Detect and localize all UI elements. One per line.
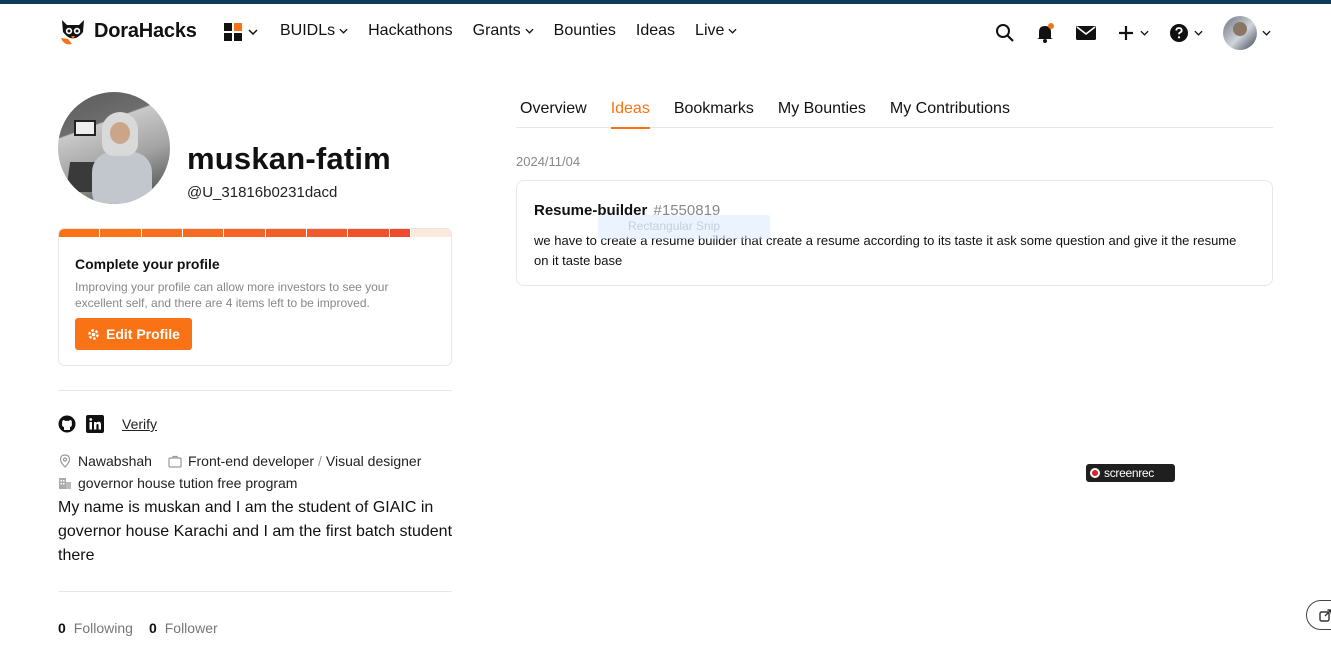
- dorahacks-logo-icon: [58, 16, 88, 46]
- nav-item-buidls[interactable]: BUIDLs: [280, 22, 348, 40]
- organization-row: governor house tution free program: [58, 475, 297, 491]
- apps-grid-icon: [224, 23, 242, 41]
- progress-segment: [306, 229, 348, 237]
- profile-avatar: [58, 92, 170, 204]
- tab-my-contributions[interactable]: My Contributions: [886, 92, 1014, 128]
- share-button[interactable]: [1306, 600, 1331, 630]
- screenrec-label: screenrec: [1104, 466, 1154, 480]
- apps-menu[interactable]: [224, 23, 258, 41]
- nav-item-label: Hackathons: [368, 22, 453, 39]
- profile-progress-bar: [59, 229, 451, 237]
- social-links: Verify: [58, 415, 157, 433]
- nav-item-label: Ideas: [635, 22, 676, 39]
- profile-handle: @U_31816b0231dacd: [187, 184, 338, 201]
- tab-bookmarks[interactable]: Bookmarks: [670, 92, 758, 128]
- chevron-down-icon: [339, 28, 348, 34]
- progress-segment: [100, 229, 141, 237]
- divider: [58, 591, 452, 592]
- tab-overview[interactable]: Overview: [516, 92, 591, 128]
- tab-my-bounties[interactable]: My Bounties: [774, 92, 870, 128]
- progress-segment: [410, 229, 451, 237]
- chevron-down-icon: [1262, 30, 1271, 36]
- plus-icon: [1119, 26, 1133, 40]
- nav-item-hackathons[interactable]: Hackathons: [368, 22, 453, 40]
- help-menu[interactable]: [1169, 23, 1203, 43]
- card-description: Improving your profile can allow more in…: [75, 280, 389, 310]
- location-pin-icon: [58, 454, 72, 468]
- linkedin-icon[interactable]: [86, 415, 104, 433]
- following-count: 0: [58, 620, 66, 636]
- follow-stats: 0 Following 0 Follower: [58, 620, 234, 636]
- following-link[interactable]: Following: [74, 620, 133, 636]
- record-icon: [1090, 468, 1100, 478]
- nav-item-label: Bounties: [553, 22, 616, 39]
- search-icon[interactable]: [995, 23, 1015, 43]
- chevron-down-icon: [1194, 30, 1203, 36]
- role-primary: Front-end developer: [187, 453, 315, 469]
- progress-segment: [224, 229, 265, 237]
- role-secondary: Visual designer: [325, 453, 422, 469]
- nav-item-live[interactable]: Live: [695, 22, 737, 40]
- chevron-down-icon: [728, 28, 737, 34]
- organization-text: governor house tution free program: [78, 475, 298, 491]
- nav-item-label: Live: [695, 22, 725, 39]
- nav-item-label: Grants: [472, 22, 521, 39]
- chevron-down-icon: [1140, 30, 1149, 36]
- avatar: [1223, 16, 1257, 50]
- edit-profile-label: Edit Profile: [106, 326, 180, 342]
- user-menu[interactable]: [1223, 16, 1271, 50]
- snip-tooltip-text: Rectangular Snip: [628, 219, 721, 233]
- progress-segment: [141, 229, 182, 237]
- building-icon: [58, 477, 72, 490]
- profile-name: muskan-fatim: [187, 141, 391, 176]
- nav-actions: [975, 16, 1271, 50]
- follower-count: 0: [148, 620, 157, 636]
- logo[interactable]: DoraHacks: [58, 16, 197, 46]
- nav-menu: BUIDLs Hackathons Grants Bounties Ideas …: [280, 22, 757, 40]
- role-separator: /: [318, 453, 322, 469]
- mail-icon[interactable]: [1075, 24, 1097, 42]
- profile-tabs: Overview Ideas Bookmarks My Bounties My …: [516, 92, 1273, 129]
- progress-segment: [182, 229, 224, 237]
- help-icon: [1170, 24, 1188, 42]
- gear-icon: [88, 328, 99, 340]
- progress-segment: [389, 229, 410, 237]
- nav-item-label: BUIDLs: [280, 22, 336, 39]
- progress-segment: [265, 229, 306, 237]
- chevron-down-icon: [525, 28, 534, 34]
- nav-item-ideas[interactable]: Ideas: [636, 22, 675, 40]
- profile-bio: My name is muskan and I am the student o…: [58, 499, 453, 564]
- briefcase-icon: [168, 455, 182, 468]
- snip-tooltip: Rectangular Snip: [598, 215, 770, 239]
- progress-segment: [348, 229, 389, 237]
- chevron-down-icon: [248, 29, 258, 35]
- follower-link[interactable]: Follower: [165, 620, 218, 636]
- top-nav: DoraHacks BUIDLs Hackathons Grants Bount…: [0, 4, 1331, 60]
- bell-icon[interactable]: [1035, 23, 1055, 43]
- verify-link[interactable]: Verify: [122, 416, 157, 432]
- nav-item-grants[interactable]: Grants: [473, 22, 534, 40]
- progress-segment: [59, 229, 100, 237]
- brand-name: DoraHacks: [94, 19, 197, 42]
- location-text: Nawabshah: [78, 453, 152, 469]
- card-title: Complete your profile: [75, 256, 220, 272]
- nav-item-bounties[interactable]: Bounties: [554, 22, 616, 40]
- idea-date: 2024/11/04: [516, 154, 581, 169]
- plus-menu[interactable]: [1117, 24, 1149, 42]
- edit-profile-button[interactable]: Edit Profile: [75, 318, 192, 350]
- tab-ideas[interactable]: Ideas: [607, 92, 654, 129]
- profile-meta-row: Nawabshah Front-end developer / Visual d…: [58, 453, 421, 469]
- complete-profile-card: Complete your profile Improving your pro…: [58, 228, 452, 366]
- github-icon[interactable]: [58, 415, 76, 433]
- divider: [58, 390, 452, 391]
- share-icon: [1319, 609, 1331, 622]
- screenrec-badge[interactable]: screenrec: [1086, 464, 1175, 482]
